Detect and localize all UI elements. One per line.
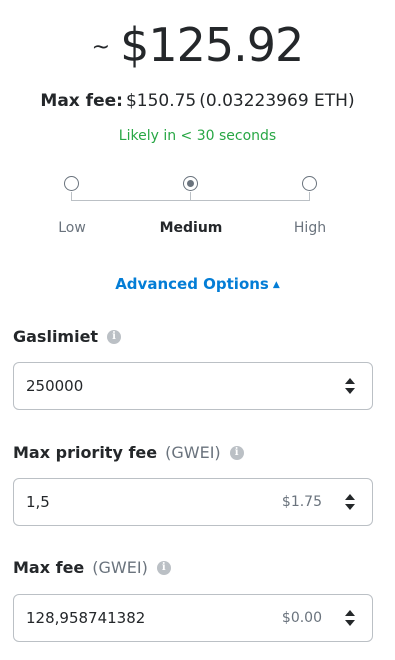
estimated-fee: ~ $125.92 (0, 18, 395, 72)
radio-high[interactable] (302, 176, 317, 191)
advanced-options-toggle[interactable]: Advanced Options ▲ (0, 275, 395, 293)
level-tick-low (71, 192, 72, 201)
stepper-icon[interactable] (344, 377, 356, 395)
estimated-fee-amount: $125.92 (120, 18, 304, 72)
info-icon[interactable]: i (107, 329, 122, 344)
caret-up-icon: ▲ (272, 280, 280, 290)
approx-symbol: ~ (91, 35, 111, 60)
gas-limit-field (13, 362, 373, 410)
stepper-icon[interactable] (344, 609, 356, 627)
priority-fee-fiat: $1.75 (281, 494, 322, 510)
level-tick-medium (190, 192, 191, 201)
priority-fee-field: $1.75 (13, 478, 373, 526)
gas-limit-label-row: Gaslimiet i (13, 327, 122, 346)
max-fee-input[interactable] (14, 609, 254, 627)
level-tick-high (309, 192, 310, 201)
max-fee-label: Max fee (13, 558, 85, 577)
info-icon[interactable]: i (156, 560, 171, 575)
advanced-options-label: Advanced Options (115, 275, 269, 293)
level-label-high[interactable]: High (260, 220, 360, 236)
max-fee-label-row: Max fee (GWEI) i (13, 558, 171, 577)
gas-limit-input[interactable] (14, 377, 254, 395)
max-fee-fiat: $0.00 (281, 610, 322, 626)
gas-fee-editor: ~ $125.92 Max fee: $150.75 (0.03223969 ETH… (0, 0, 395, 660)
max-fee-summary: Max fee: $150.75 (0.03223969 ETH) (0, 91, 395, 111)
time-estimate: Likely in < 30 seconds (118, 128, 277, 144)
max-fee-summary-label: Max fee: (40, 91, 123, 111)
level-label-low[interactable]: Low (22, 220, 122, 236)
stepper-icon[interactable] (344, 493, 356, 511)
priority-fee-input[interactable] (14, 493, 254, 511)
radio-medium[interactable] (183, 176, 198, 191)
priority-fee-label: Max priority fee (13, 443, 158, 462)
info-icon[interactable]: i (229, 445, 244, 460)
gas-limit-label: Gaslimiet (13, 327, 99, 346)
max-fee-summary-eth: (0.03223969 ETH) (199, 91, 355, 111)
max-fee-unit: (GWEI) (92, 558, 148, 577)
gas-level-selector: Low Medium High (0, 170, 395, 240)
priority-fee-unit: (GWEI) (165, 443, 221, 462)
level-label-medium[interactable]: Medium (141, 220, 241, 236)
max-fee-summary-fiat: $150.75 (125, 91, 197, 111)
radio-low[interactable] (64, 176, 79, 191)
max-fee-field: $0.00 (13, 594, 373, 642)
priority-fee-label-row: Max priority fee (GWEI) i (13, 443, 244, 462)
